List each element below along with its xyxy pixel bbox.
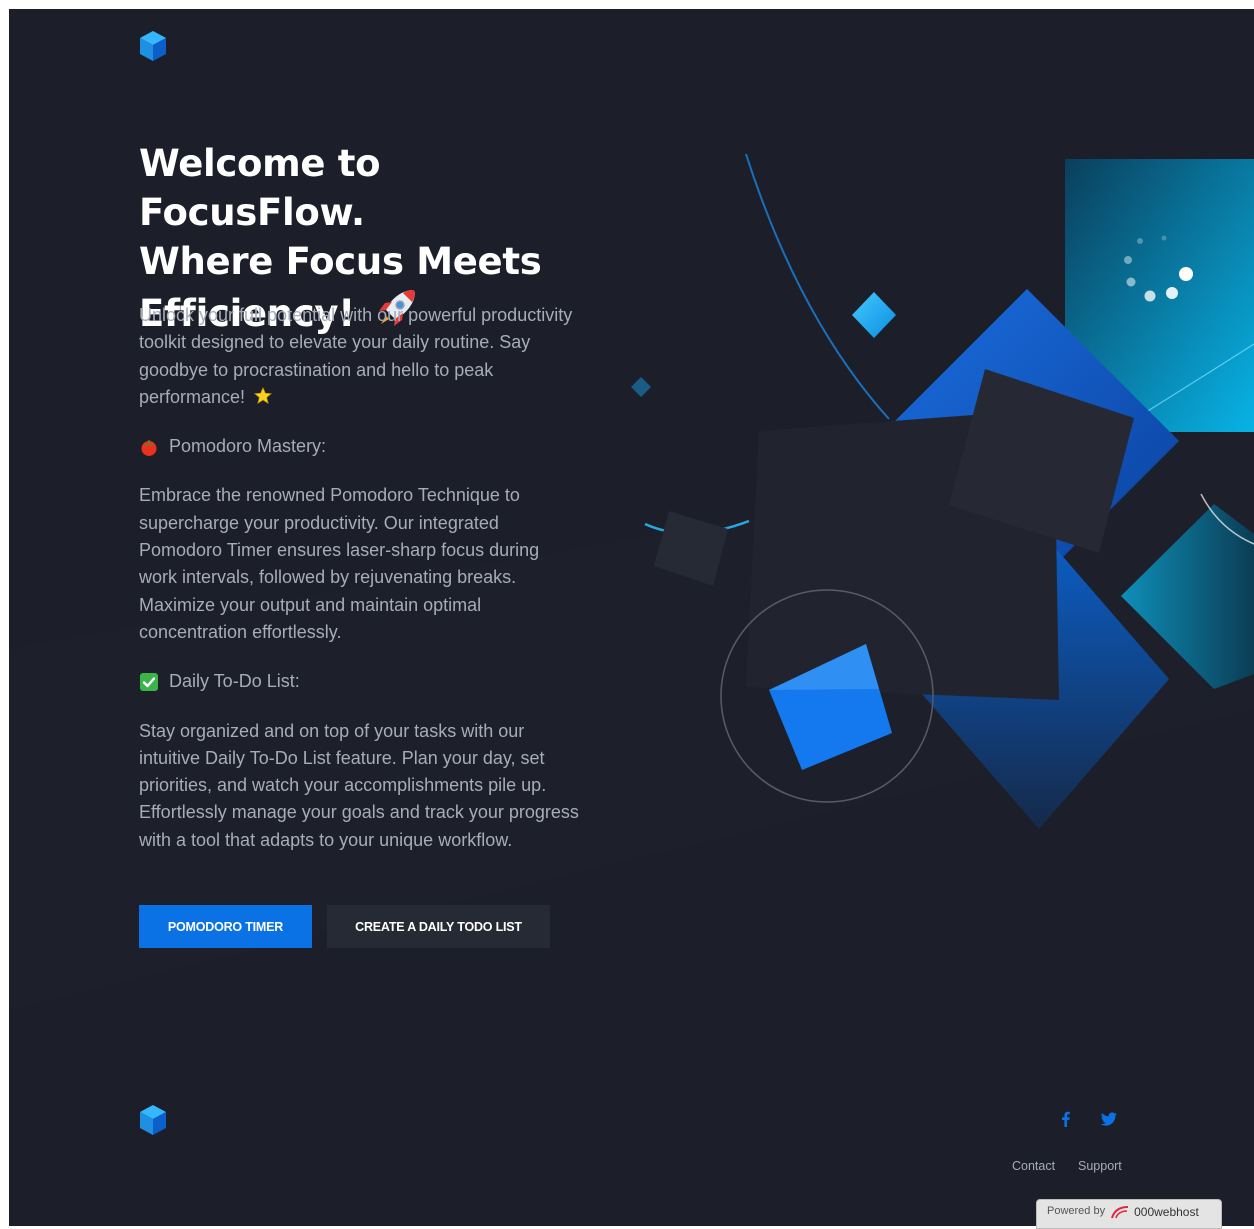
webhost-logo-icon — [1111, 1206, 1129, 1219]
footer-logo-icon[interactable] — [139, 1104, 167, 1136]
hero-title-line-1: Welcome to FocusFlow. — [139, 142, 381, 234]
pomodoro-timer-button[interactable]: POMODORO TIMER — [139, 905, 312, 948]
feature-todo-heading: Daily To-Do List: — [139, 668, 579, 695]
feature-todo-text: Stay organized and on top of your tasks … — [139, 720, 579, 850]
feature-todo-title: Daily To-Do List: — [169, 671, 300, 692]
hero-title-line-2: Where Focus Meets — [139, 240, 542, 283]
hero-content: Unlock your full potential with our powe… — [139, 302, 579, 876]
webhost-brand: 000webhost — [1134, 1205, 1199, 1219]
tomato-icon — [141, 439, 157, 456]
support-link[interactable]: Support — [1078, 1159, 1122, 1173]
hero-illustration — [631, 153, 1254, 829]
feature-pomodoro-heading: Pomodoro Mastery: — [139, 433, 579, 460]
powered-by-label: Powered by — [1047, 1205, 1106, 1217]
intro-paragraph: Unlock your full potential with our powe… — [139, 302, 579, 411]
logo-icon[interactable] — [139, 30, 167, 62]
star-icon — [254, 386, 273, 404]
check-box-icon — [140, 672, 158, 691]
intro-text: Unlock your full potential with our powe… — [139, 305, 573, 407]
feature-pomodoro-text: Embrace the renowned Pomodoro Technique … — [139, 485, 540, 642]
feature-pomodoro-title: Pomodoro Mastery: — [169, 436, 327, 457]
create-todo-list-button[interactable]: CREATE A DAILY TODO LIST — [327, 905, 550, 948]
powered-by-badge[interactable]: Powered by 000webhost — [1036, 1199, 1222, 1229]
twitter-icon[interactable] — [1099, 1109, 1119, 1129]
facebook-icon[interactable] — [1056, 1109, 1076, 1129]
landing-page: Welcome to FocusFlow. Where Focus Meets … — [9, 9, 1254, 1226]
contact-link[interactable]: Contact — [1012, 1159, 1055, 1173]
